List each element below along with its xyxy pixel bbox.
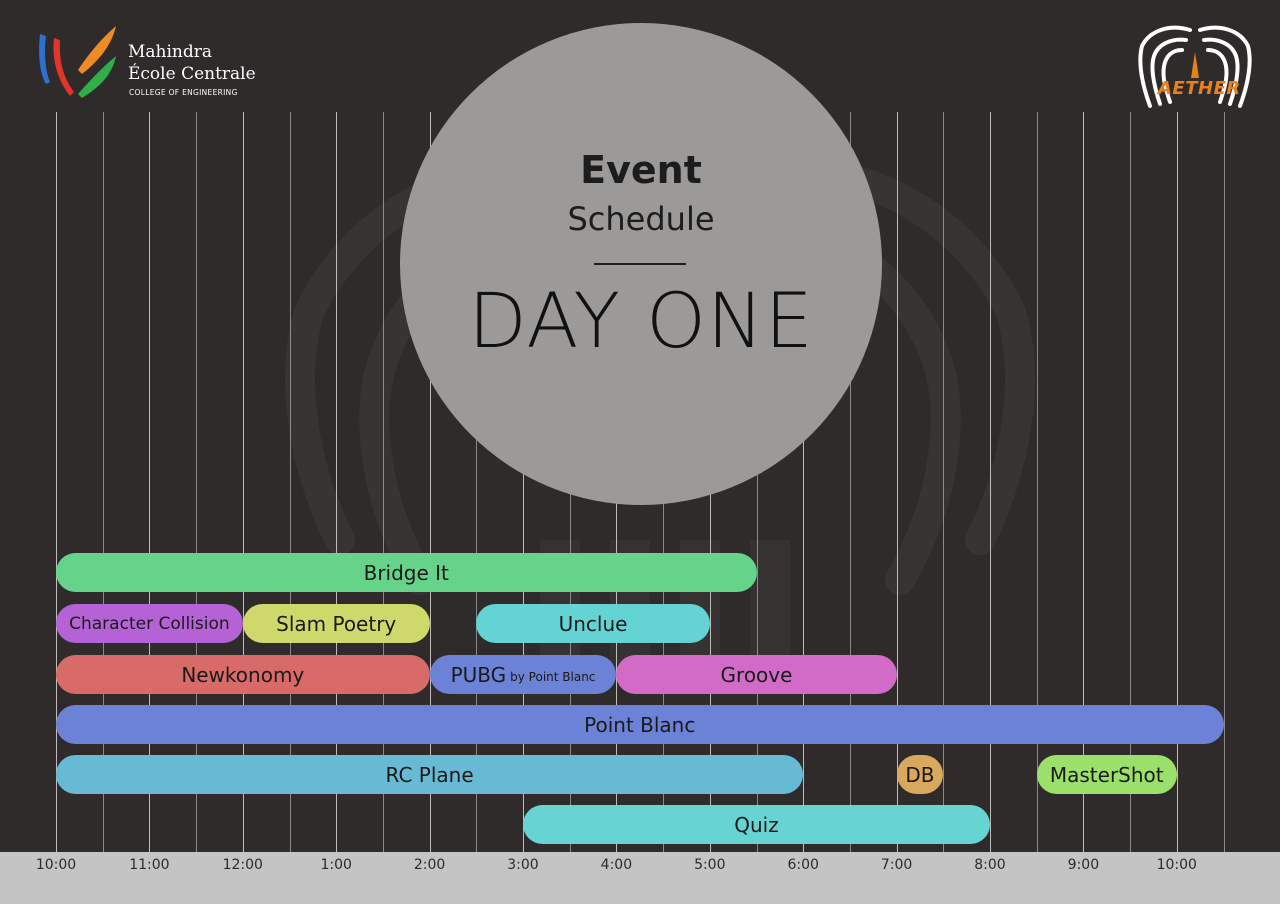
event-name: Quiz [734, 812, 779, 837]
event-bar-character-collision: Character Collision [56, 604, 243, 643]
event-name: Groove [720, 662, 793, 687]
event-name: Character Collision [69, 613, 230, 634]
event-name: Newkonomy [181, 662, 305, 687]
event-bar-pubg: PUBG by Point Blanc [429, 655, 617, 694]
event-name: Slam Poetry [276, 611, 397, 636]
event-bar-quiz: Quiz [523, 805, 990, 844]
time-tick-label: 10:00 [35, 857, 77, 873]
gridline [56, 112, 57, 852]
schedule-poster: Event Schedule DAY ONE Mahindra École Ce… [0, 0, 1280, 904]
event-name-suffix: by Point Blanc [510, 669, 596, 684]
title-event: Event [580, 148, 702, 192]
event-name: MasterShot [1049, 762, 1164, 787]
event-bar-newkonomy: Newkonomy [56, 655, 430, 694]
time-tick-label: 9:00 [1067, 857, 1100, 873]
time-tick-label: 12:00 [222, 857, 263, 873]
event-name: PUBG [450, 662, 507, 687]
time-tick-label: 11:00 [129, 857, 170, 873]
time-tick-label: 6:00 [787, 857, 819, 873]
event-bar-groove: Groove [616, 655, 897, 694]
time-tick-label: 8:00 [974, 857, 1006, 873]
title-divider [594, 263, 686, 265]
title-day: DAY ONE [468, 276, 814, 365]
event-bar-unclue: Unclue [476, 604, 710, 643]
event-name: Point Blanc [584, 712, 696, 737]
college-name-line1: Mahindra [128, 42, 213, 62]
event-name: Bridge It [363, 560, 449, 585]
college-name-line2: École Centrale [128, 64, 256, 84]
time-tick-label: 7:00 [880, 857, 913, 873]
event-bar-mastershot: MasterShot [1036, 755, 1177, 794]
time-tick-label: 5:00 [694, 857, 726, 873]
time-tick-label: 2:00 [413, 857, 446, 873]
time-tick-label: 4:00 [600, 857, 633, 873]
time-tick-label: 1:00 [320, 857, 352, 873]
event-bar-db: DB [896, 755, 944, 794]
event-name: Unclue [558, 611, 628, 636]
event-name: DB [905, 762, 935, 787]
title-schedule: Schedule [567, 200, 715, 238]
college-subtitle: COLLEGE OF ENGINEERING [129, 88, 238, 97]
event-name: RC Plane [385, 762, 474, 787]
event-bar-slam-poetry: Slam Poetry [242, 604, 430, 643]
event-bar-bridge-it: Bridge It [56, 553, 757, 592]
event-bar-point-blanc: Point Blanc [56, 705, 1224, 744]
aether-wordmark: AETHER [1158, 78, 1241, 99]
event-bar-rc-plane: RC Plane [56, 755, 804, 794]
gridline [1223, 112, 1225, 852]
time-tick-label: 3:00 [507, 857, 539, 873]
time-tick-label: 10:00 [1156, 857, 1197, 873]
